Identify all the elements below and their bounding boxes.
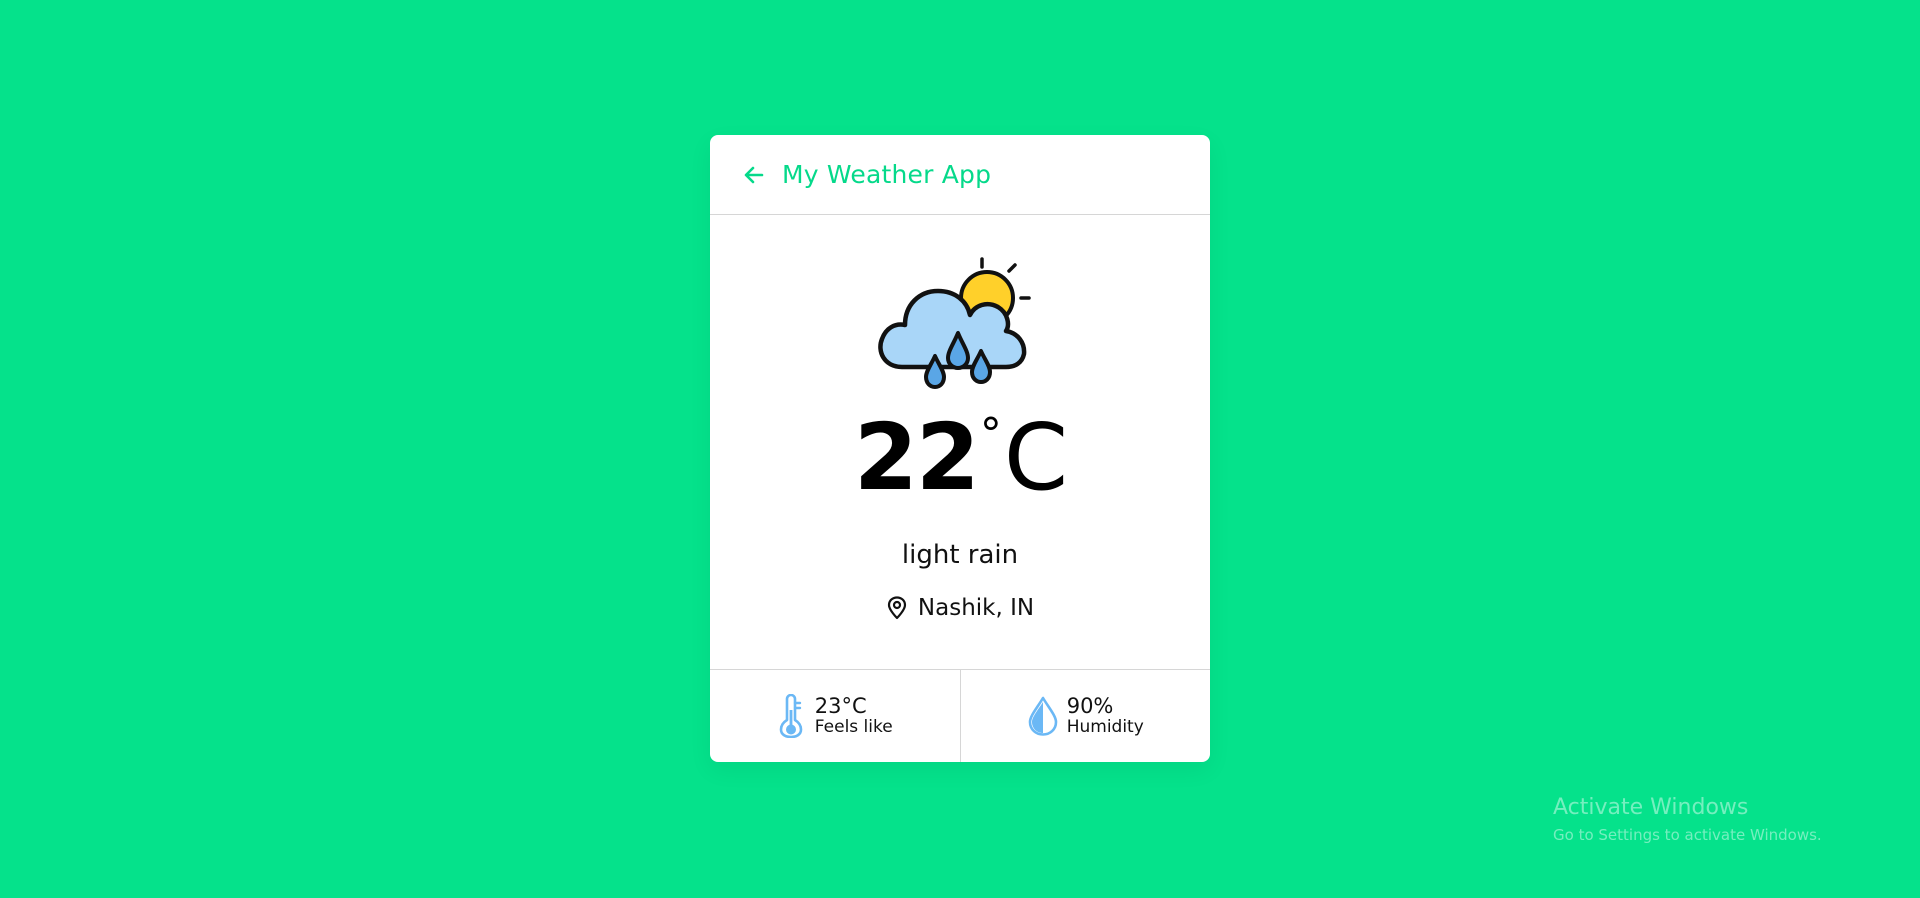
weather-description: light rain	[901, 540, 1019, 570]
card-header: My Weather App	[710, 135, 1210, 215]
location: Nashik, IN	[710, 595, 1210, 621]
back-button[interactable]	[740, 161, 768, 189]
feels-like-label: Feels like	[814, 717, 893, 738]
feels-like-value: 23°C	[814, 694, 867, 719]
app-title: My Weather App	[782, 160, 992, 189]
arrow-left-icon	[744, 166, 764, 183]
map-pin-icon	[886, 596, 908, 620]
humidity-value: 90%	[1066, 694, 1114, 719]
weather-main: 22°C light rain Nashik, IN	[710, 215, 1210, 669]
humidity-stat: 90% Humidity	[959, 670, 1211, 762]
humidity-label: Humidity	[1066, 717, 1144, 738]
location-text: Nashik, IN	[917, 595, 1035, 621]
temperature-unit: C	[1003, 404, 1068, 511]
weather-card: My Weather App 22°C light rain Nashik, I…	[710, 135, 1210, 762]
rain-cloud-sun-icon	[878, 257, 1031, 389]
temperature-value: 22	[853, 404, 980, 511]
temperature: 22°C	[710, 412, 1210, 504]
windows-activation-watermark: Activate Windows Go to Settings to activ…	[1553, 795, 1822, 844]
droplet-icon	[1027, 696, 1059, 736]
watermark-title: Activate Windows	[1553, 795, 1749, 820]
thermometer-icon	[777, 694, 807, 738]
degree-symbol: °	[979, 409, 1002, 460]
feels-like-stat: 23°C Feels like	[710, 670, 960, 762]
watermark-subtitle: Go to Settings to activate Windows.	[1553, 826, 1822, 844]
stats-footer: 23°C Feels like 90% Humidity	[710, 669, 1210, 762]
